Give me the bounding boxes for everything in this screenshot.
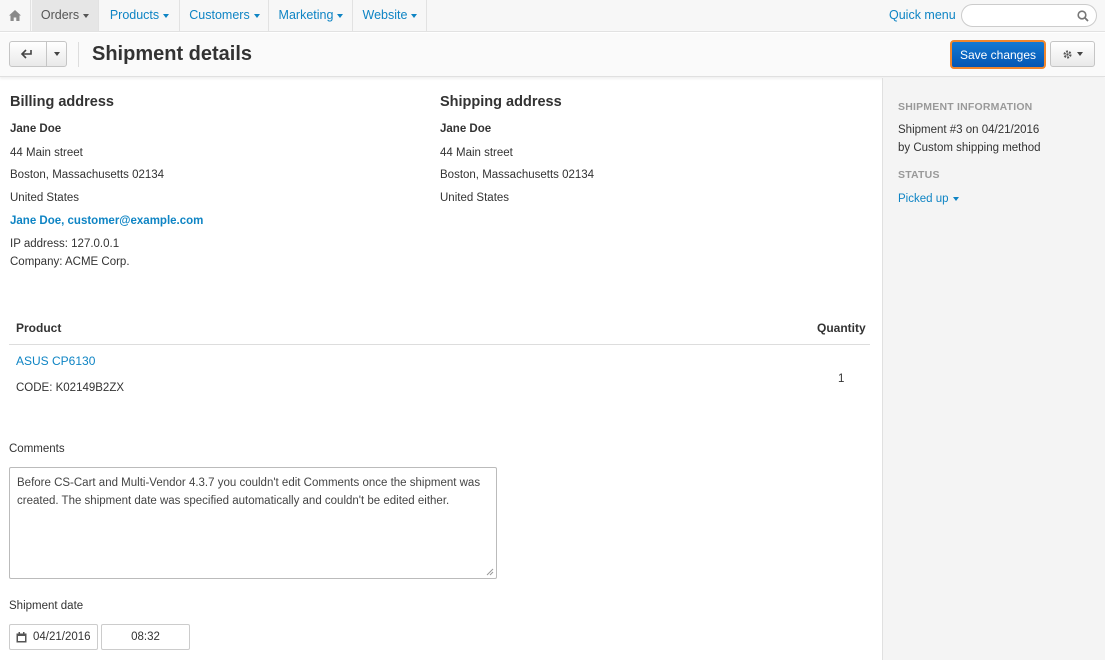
search-icon [1077, 10, 1089, 22]
nav-customers[interactable]: Customers [181, 0, 269, 31]
chevron-down-icon [53, 52, 60, 56]
chevron-down-icon [411, 13, 418, 18]
customer-link[interactable]: Jane Doe, customer@example.com [10, 215, 203, 227]
status-value: Picked up [898, 193, 949, 205]
save-button[interactable]: Save changes [950, 40, 1046, 69]
shipment-date-value: 04/21/2016 [33, 631, 91, 643]
nav-website[interactable]: Website [354, 0, 427, 31]
chevron-down-icon [1077, 52, 1083, 56]
quick-menu-link[interactable]: Quick menu [889, 0, 956, 31]
status-heading: STATUS [898, 169, 940, 181]
billing-name: Jane Doe [10, 123, 62, 135]
customer-name: Jane Doe [10, 215, 62, 227]
back-button[interactable] [9, 41, 47, 67]
shipment-info-line1: Shipment #3 on 04/21/2016 [898, 124, 1040, 136]
page-title: Shipment details [92, 43, 253, 65]
settings-button[interactable] [1050, 41, 1095, 67]
nav-products[interactable]: Products [100, 0, 180, 31]
chevron-down-icon [163, 13, 170, 18]
back-arrow-icon [21, 49, 32, 59]
chevron-down-icon [253, 13, 260, 18]
table-divider [9, 344, 870, 345]
column-header-product: Product [16, 321, 62, 335]
billing-heading: Billing address [10, 94, 114, 110]
comments-label: Comments [9, 443, 65, 455]
shipping-heading: Shipping address [440, 94, 562, 110]
gear-icon [1063, 49, 1072, 59]
billing-country: United States [10, 192, 80, 204]
sidebar: SHIPMENT INFORMATION Shipment #3 on 04/2… [882, 78, 1105, 660]
product-code: CODE: K02149B2ZX [16, 382, 125, 394]
customer-email: customer@example.com [67, 215, 204, 227]
comments-textarea[interactable]: Before CS-Cart and Multi-Vendor 4.3.7 yo… [9, 467, 497, 579]
billing-company: Company: ACME Corp. [10, 256, 130, 268]
home-button[interactable] [0, 0, 31, 31]
calendar-icon[interactable] [16, 631, 27, 643]
shipment-time-value: 08:32 [131, 631, 160, 643]
chevron-down-icon [337, 13, 344, 18]
shipping-street: 44 Main street [440, 147, 513, 159]
chevron-down-icon [83, 13, 90, 18]
status-dropdown[interactable]: Picked up [898, 193, 959, 205]
toolbar: Shipment details Save changes [0, 33, 1105, 77]
shipment-info-line2: by Custom shipping method [898, 142, 1041, 154]
nav-orders[interactable]: Orders [32, 0, 99, 31]
shipment-date-input[interactable]: 04/21/2016 [9, 624, 98, 650]
shipping-city: Boston, Massachusetts 02134 [440, 169, 595, 181]
top-navigation: Orders Products Customers Marketing Webs… [0, 0, 1105, 32]
product-link[interactable]: ASUS CP6130 [16, 354, 95, 368]
column-header-quantity: Quantity [817, 321, 866, 335]
home-icon [9, 10, 21, 21]
billing-street: 44 Main street [10, 147, 83, 159]
shipment-info-heading: SHIPMENT INFORMATION [898, 101, 1033, 113]
search-input[interactable] [961, 4, 1097, 27]
nav-marketing[interactable]: Marketing [270, 0, 353, 31]
billing-city: Boston, Massachusetts 02134 [10, 169, 165, 181]
comments-text: Before CS-Cart and Multi-Vendor 4.3.7 yo… [17, 477, 481, 507]
shipment-date-label: Shipment date [9, 600, 84, 612]
chevron-down-icon [952, 196, 959, 201]
billing-ip: IP address: 127.0.0.1 [10, 238, 120, 250]
shipment-time-input[interactable]: 08:32 [101, 624, 190, 650]
shipping-country: United States [440, 192, 510, 204]
shipping-name: Jane Doe [440, 123, 492, 135]
back-dropdown-button[interactable] [46, 41, 67, 67]
toolbar-divider [78, 42, 79, 67]
product-quantity: 1 [838, 373, 845, 385]
resize-grip-icon[interactable] [486, 568, 494, 576]
